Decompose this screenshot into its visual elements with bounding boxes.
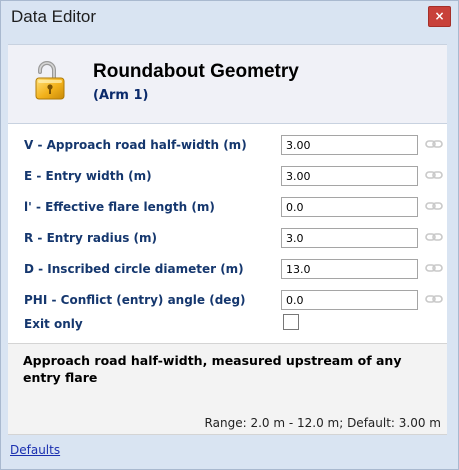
entry-radius-input[interactable] xyxy=(281,228,418,248)
field-label-d: D - Inscribed circle diameter (m) xyxy=(24,262,244,276)
window-title: Data Editor xyxy=(11,7,97,26)
link-chain-icon[interactable] xyxy=(425,168,443,182)
entry-width-input[interactable] xyxy=(281,166,418,186)
help-description: Approach road half-width, measured upstr… xyxy=(23,353,402,385)
effective-flare-length-input[interactable] xyxy=(281,197,418,217)
link-chain-icon[interactable] xyxy=(425,292,443,306)
exit-only-label: Exit only xyxy=(24,317,83,331)
field-label-e: E - Entry width (m) xyxy=(24,169,152,183)
defaults-link[interactable]: Defaults xyxy=(10,443,60,457)
padlock-icon xyxy=(35,61,65,100)
header-panel xyxy=(8,44,447,124)
field-label-r: R - Entry radius (m) xyxy=(24,231,158,245)
link-chain-icon[interactable] xyxy=(425,199,443,213)
field-label-phi: PHI - Conflict (entry) angle (deg) xyxy=(24,293,246,307)
help-range-text: Range: 2.0 m - 12.0 m; Default: 3.00 m xyxy=(204,416,441,430)
inscribed-circle-diameter-input[interactable] xyxy=(281,259,418,279)
title-bar[interactable]: Data Editor × xyxy=(1,1,458,33)
close-icon: × xyxy=(434,9,445,23)
close-button[interactable]: × xyxy=(428,6,451,27)
panel-subheading: (Arm 1) xyxy=(93,88,149,103)
conflict-angle-input[interactable] xyxy=(281,290,418,310)
panel-heading: Roundabout Geometry xyxy=(93,61,299,82)
approach-half-width-input[interactable] xyxy=(281,135,418,155)
exit-only-checkbox[interactable] xyxy=(283,314,299,330)
field-label-l: l' - Effective flare length (m) xyxy=(24,200,215,214)
link-chain-icon[interactable] xyxy=(425,137,443,151)
field-label-v: V - Approach road half-width (m) xyxy=(24,138,247,152)
link-chain-icon[interactable] xyxy=(425,261,443,275)
link-chain-icon[interactable] xyxy=(425,230,443,244)
